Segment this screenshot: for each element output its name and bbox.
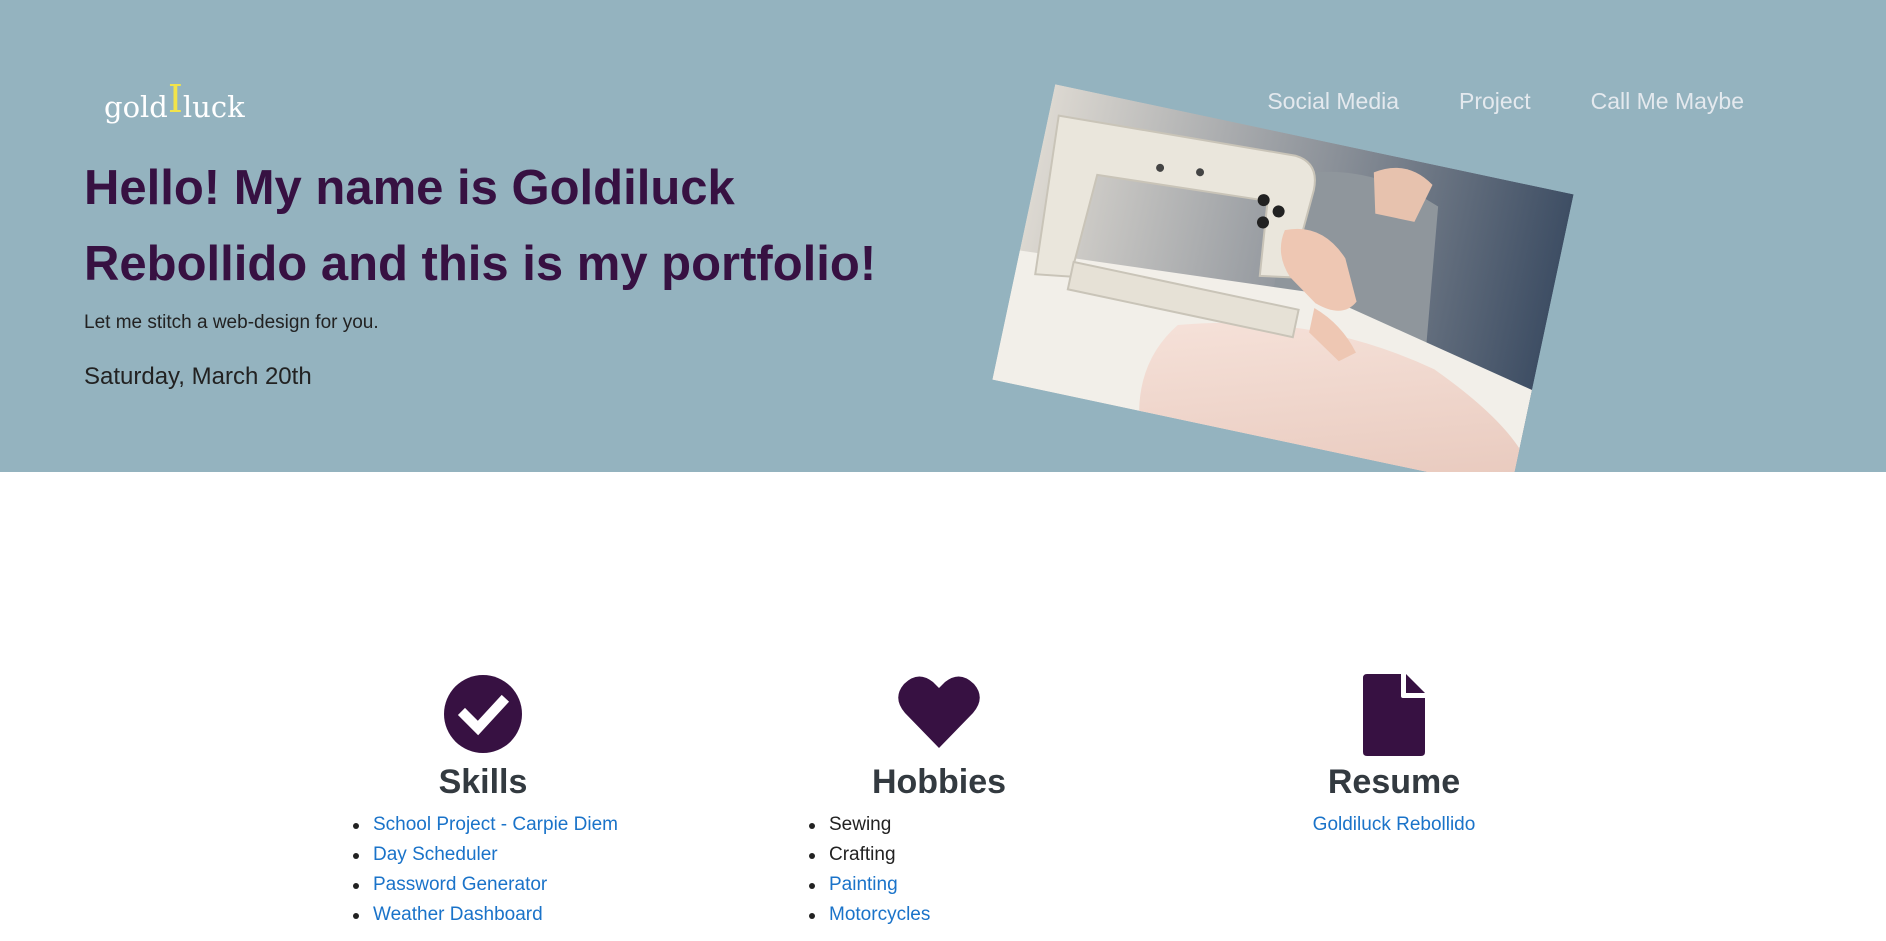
hero-tagline: Let me stitch a web-design for you. bbox=[84, 312, 379, 333]
heart-icon bbox=[729, 674, 1149, 754]
list-item: Password Generator bbox=[350, 870, 693, 900]
hero-title: Hello! My name is Goldiluck Rebollido an… bbox=[84, 161, 877, 291]
hobbies-title: Hobbies bbox=[871, 763, 1007, 801]
site-logo[interactable]: goldIluck bbox=[104, 77, 245, 126]
document-icon bbox=[1184, 674, 1604, 756]
logo-text-left: gold bbox=[104, 90, 168, 124]
list-item: Painting bbox=[806, 870, 1149, 900]
skills-section: Skills School Project - Carpie Diem Day … bbox=[273, 674, 693, 930]
list-item: Sewing bbox=[806, 810, 1149, 840]
hero-photo-sewing-machine bbox=[992, 84, 1574, 472]
list-item: School Project - Carpie Diem bbox=[350, 810, 693, 840]
hobbies-list: Sewing Crafting Painting Motorcycles bbox=[806, 810, 1149, 930]
hobby-link-motorcycles[interactable]: Motorcycles bbox=[829, 904, 930, 925]
list-item: Day Scheduler bbox=[350, 840, 693, 870]
logo-text-middle: I bbox=[167, 77, 183, 121]
hobby-crafting: Crafting bbox=[829, 844, 896, 865]
list-item: Motorcycles bbox=[806, 900, 1149, 930]
resume-title: Resume bbox=[1327, 763, 1461, 801]
hobbies-section: Hobbies Sewing Crafting Painting Motorcy… bbox=[729, 674, 1149, 930]
skill-link-weather-dashboard[interactable]: Weather Dashboard bbox=[373, 904, 543, 925]
logo-text-right: luck bbox=[182, 90, 245, 124]
nav-link-call-me-maybe[interactable]: Call Me Maybe bbox=[1591, 88, 1744, 115]
skills-title: Skills bbox=[438, 763, 528, 801]
skills-list: School Project - Carpie Diem Day Schedul… bbox=[350, 810, 693, 930]
skill-link-password-generator[interactable]: Password Generator bbox=[373, 874, 547, 895]
check-circle-icon bbox=[273, 674, 693, 754]
hobby-sewing: Sewing bbox=[829, 814, 892, 835]
resume-link[interactable]: Goldiluck Rebollido bbox=[1184, 810, 1604, 840]
current-date: Saturday, March 20th bbox=[84, 363, 312, 390]
resume-section: Resume Goldiluck Rebollido bbox=[1184, 674, 1604, 840]
list-item: Weather Dashboard bbox=[350, 900, 693, 930]
nav-link-social-media[interactable]: Social Media bbox=[1267, 88, 1399, 115]
list-item: Crafting bbox=[806, 840, 1149, 870]
skill-link-carpie-diem[interactable]: School Project - Carpie Diem bbox=[373, 814, 618, 835]
nav-link-project[interactable]: Project bbox=[1459, 88, 1531, 115]
main-nav: Social Media Project Call Me Maybe bbox=[1267, 88, 1744, 115]
hobby-link-painting[interactable]: Painting bbox=[829, 874, 898, 895]
hero-banner: goldIluck Social Media Project Call Me M… bbox=[0, 0, 1886, 472]
skill-link-day-scheduler[interactable]: Day Scheduler bbox=[373, 844, 498, 865]
